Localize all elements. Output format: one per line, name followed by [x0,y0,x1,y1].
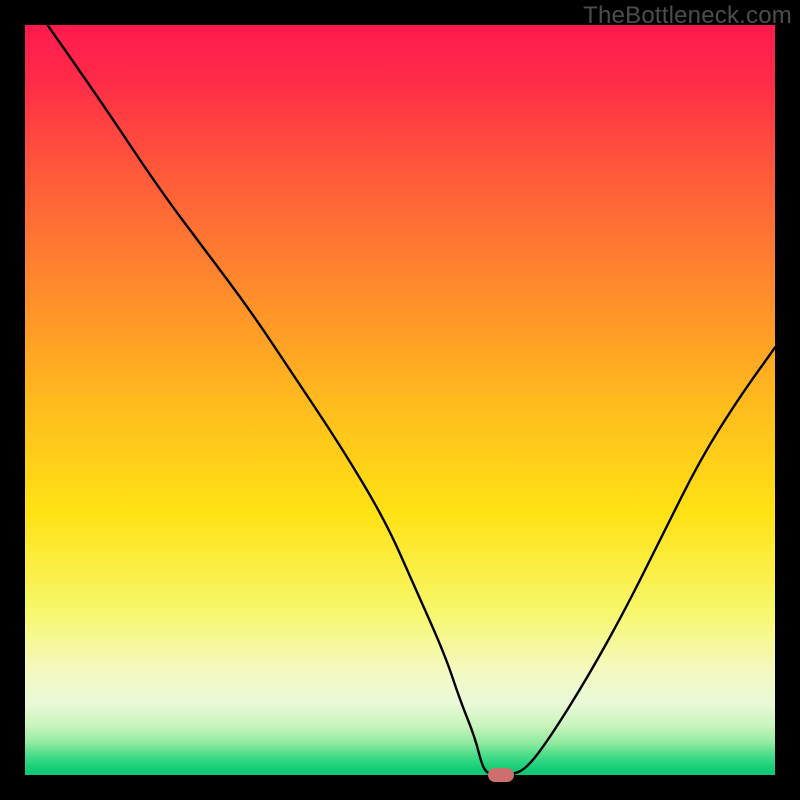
optimal-marker [488,768,514,782]
plot-area [25,25,775,775]
gradient-background [25,25,775,775]
watermark-text: TheBottleneck.com [583,2,792,30]
plot-svg [25,25,775,775]
chart-frame: TheBottleneck.com [0,0,800,800]
